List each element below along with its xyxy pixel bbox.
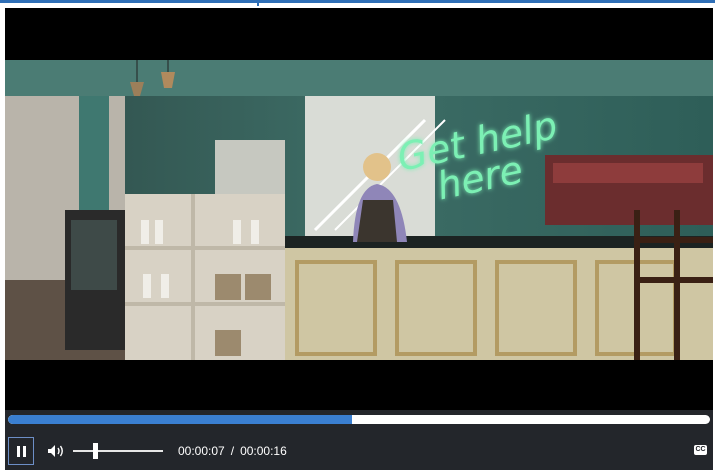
pause-icon bbox=[16, 445, 20, 457]
top-border-tick bbox=[257, 0, 259, 6]
shelving-unit bbox=[125, 194, 285, 360]
video-player[interactable]: Get help here 00:00:07 / 00:00:16 CC bbox=[5, 8, 713, 470]
ceiling bbox=[5, 60, 713, 96]
duration: 00:00:16 bbox=[240, 444, 287, 458]
counter-front bbox=[275, 248, 713, 360]
control-bar: 00:00:07 / 00:00:16 CC bbox=[5, 432, 713, 470]
time-display: 00:00:07 / 00:00:16 bbox=[178, 444, 287, 458]
top-border bbox=[0, 0, 715, 3]
volume-track bbox=[73, 450, 163, 452]
pause-button[interactable] bbox=[8, 437, 34, 465]
seek-bar-fill bbox=[8, 415, 352, 424]
volume-slider[interactable] bbox=[73, 443, 163, 459]
volume-handle[interactable] bbox=[93, 443, 98, 459]
video-frame[interactable]: Get help here bbox=[5, 60, 713, 360]
mute-button[interactable] bbox=[47, 444, 65, 458]
speaker-icon bbox=[48, 445, 63, 457]
closed-captions-button[interactable]: CC bbox=[694, 445, 707, 455]
seek-bar[interactable] bbox=[8, 415, 710, 424]
closed-captions-icon: CC bbox=[695, 446, 706, 453]
seek-bar-area bbox=[5, 410, 713, 432]
time-separator: / bbox=[230, 444, 235, 458]
current-time: 00:00:07 bbox=[178, 444, 225, 458]
